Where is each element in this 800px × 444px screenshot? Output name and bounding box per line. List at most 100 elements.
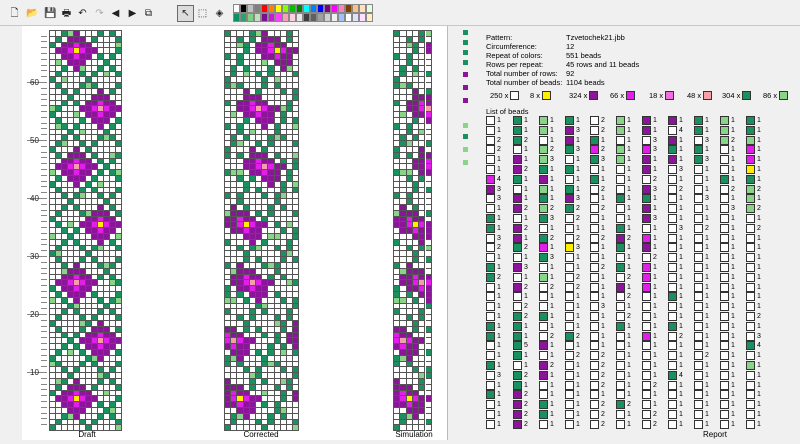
arrow-left-icon[interactable]: ◀ [107,5,124,22]
bead-run-count: 1 [679,322,683,330]
bead-cell[interactable] [293,425,300,432]
bead-swatch [486,243,495,253]
palette-swatch[interactable] [352,13,359,22]
bead-run-count: 1 [653,234,657,242]
palette-swatch[interactable] [275,13,282,22]
bead-run-count: 1 [550,244,554,252]
bead-swatch [513,419,522,429]
palette-swatch[interactable] [233,13,240,22]
palette-swatch[interactable] [366,13,373,22]
bead-run-count: 1 [550,224,554,232]
arrow-right-icon[interactable]: ▶ [124,5,141,22]
bead-swatch [565,165,574,174]
toolbar: 🗋📂💾🖶↶↷◀▶⧉↖⬚◈✎ [0,0,800,26]
fill-icon[interactable]: ◈ [211,5,228,22]
open-icon[interactable]: 📂 [24,5,41,22]
palette-swatch[interactable] [233,4,240,13]
palette-swatch[interactable] [338,4,345,13]
undo-icon[interactable]: ↶ [74,5,91,22]
palette-swatch[interactable] [345,13,352,22]
palette-swatch[interactable] [268,13,275,22]
new-icon[interactable]: 🗋 [6,5,23,22]
palette-swatch[interactable] [275,4,282,13]
bead-swatch [746,194,755,204]
bead-run-count: 1 [601,283,605,291]
bead-swatch [486,419,495,429]
bead-swatch [539,204,548,214]
bead-run-count: 1 [705,283,709,291]
bead-run-count: 2 [601,420,605,428]
palette-swatch[interactable] [254,13,261,22]
ruler-tick [41,70,47,72]
bead-swatch [513,135,522,145]
palette-swatch[interactable] [282,4,289,13]
copy-icon[interactable]: ⧉ [140,5,157,22]
bead-run-count: 2 [627,293,631,301]
save-icon[interactable]: 💾 [42,5,59,22]
palette-swatch[interactable] [331,13,338,22]
palette-swatch[interactable] [240,13,247,22]
bead-run-count: 1 [705,322,709,330]
palette-swatch[interactable] [310,4,317,13]
ruler-tick [41,145,47,147]
bead-swatch [513,204,522,214]
palette-swatch[interactable] [324,4,331,13]
palette-swatch[interactable] [359,13,366,22]
palette-swatch[interactable] [296,4,303,13]
bead-run-count: 1 [705,332,709,340]
palette-swatch[interactable] [324,13,331,22]
bead-swatch [486,263,495,272]
palette-swatch[interactable] [282,13,289,22]
color-mark [463,30,468,35]
bead-run-count: 3 [705,136,709,144]
palette-swatch[interactable] [289,4,296,13]
bead-run-count: 3 [653,185,657,193]
corrected-grid[interactable] [224,30,300,432]
bead-run-count: 1 [679,352,683,360]
bead-swatch [486,184,495,194]
palette-swatch[interactable] [303,4,310,13]
palette-swatch[interactable] [345,4,352,13]
ruler-tick [41,41,47,43]
palette-swatch[interactable] [268,4,275,13]
bead-swatch [539,194,548,204]
bead-run-count: 1 [550,322,554,330]
palette-swatch[interactable] [261,4,268,13]
palette-swatch[interactable] [338,13,345,22]
bead-run-count: 1 [601,215,605,222]
palette-swatch[interactable] [261,13,268,22]
bead-swatch [513,174,522,184]
bead-run-count: 1 [731,420,735,428]
palette-swatch[interactable] [310,13,317,22]
palette-swatch[interactable] [296,13,303,22]
palette-swatch[interactable] [247,13,254,22]
draft-grid[interactable] [49,30,122,432]
pointer-icon[interactable]: ↖ [177,5,194,22]
palette-swatch[interactable] [247,4,254,13]
ruler-tick [41,337,47,339]
bead-swatch [694,331,703,341]
palette-swatch[interactable] [366,4,373,13]
simulation-grid[interactable] [393,30,432,432]
rows-repeat-value: 45 rows and 11 beads [566,60,640,69]
bead-run-count: 2 [524,401,528,409]
palette-swatch[interactable] [317,13,324,22]
palette-swatch[interactable] [317,4,324,13]
report-label: Report [702,430,727,439]
bead-swatch [746,184,755,194]
palette-swatch[interactable] [331,4,338,13]
select-icon[interactable]: ⬚ [194,5,211,22]
print-icon[interactable]: 🖶 [58,5,75,22]
palette-swatch[interactable] [352,4,359,13]
palette-swatch[interactable] [359,4,366,13]
palette-swatch[interactable] [254,4,261,13]
bead-swatch [642,312,651,321]
bead-run-count: 1 [757,156,761,164]
redo-icon[interactable]: ↷ [91,5,108,22]
bead-cell[interactable] [116,425,122,432]
palette-swatch[interactable] [240,4,247,13]
palette-swatch[interactable] [289,13,296,22]
bead-run-count: 1 [550,420,554,428]
palette-swatch[interactable] [303,13,310,22]
bead-run-count: 1 [705,244,709,252]
